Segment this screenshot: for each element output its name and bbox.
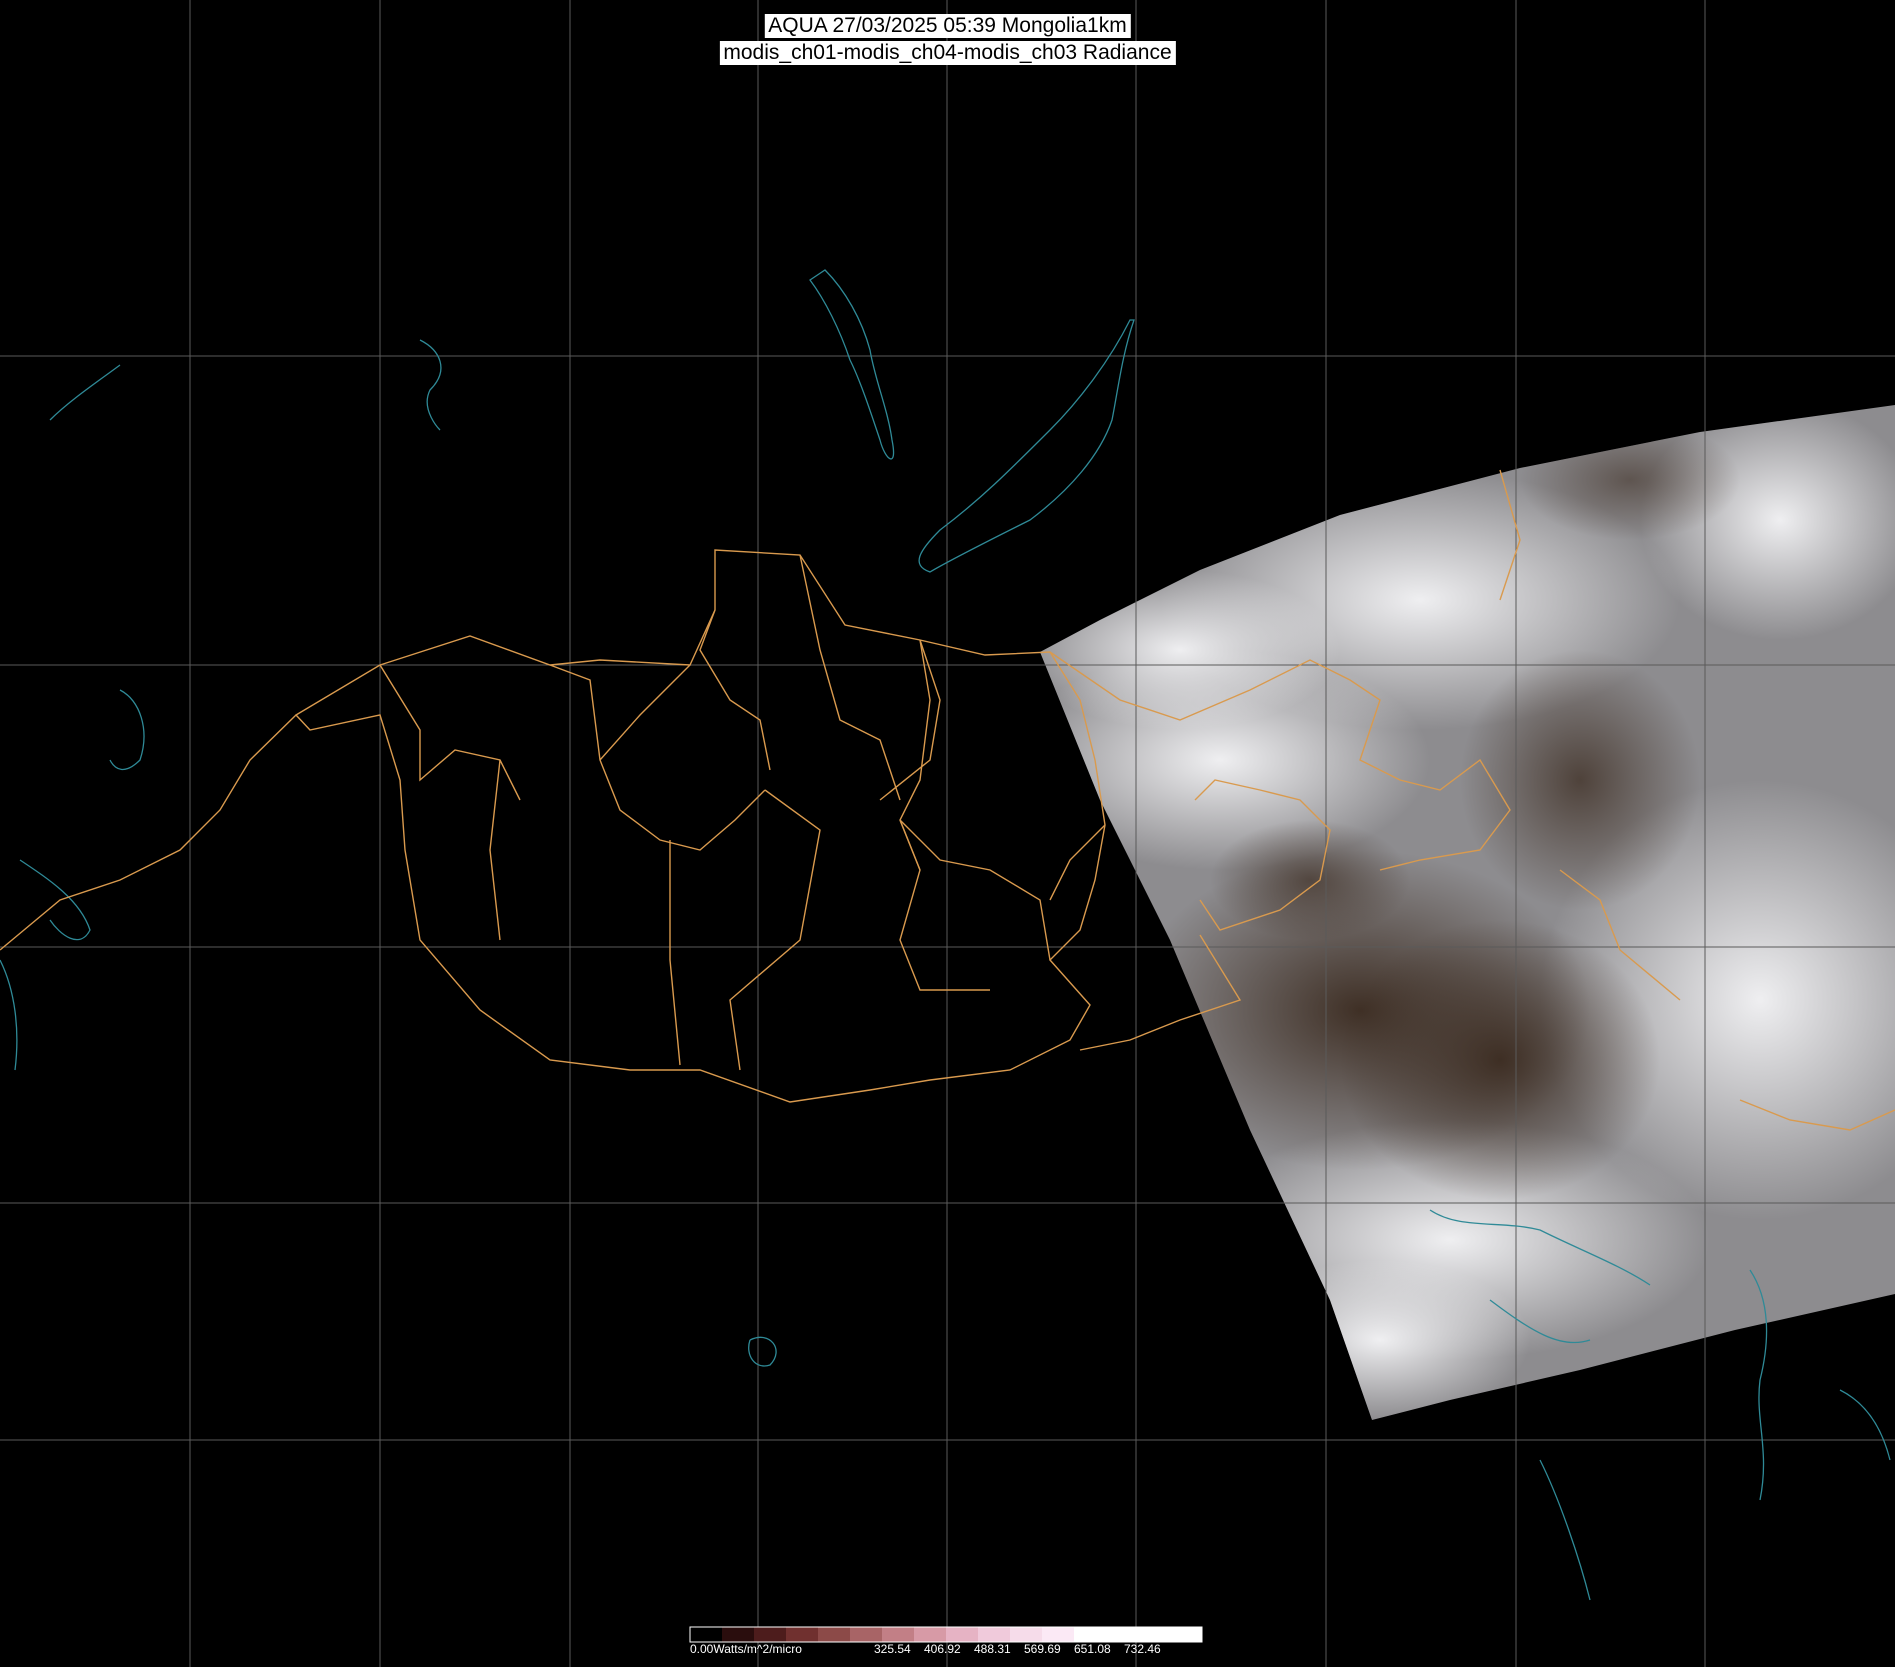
legend-swatch xyxy=(1170,1627,1203,1642)
legend-tick: 406.92 xyxy=(924,1642,961,1656)
satellite-swath xyxy=(1040,405,1895,1420)
legend-swatch xyxy=(1042,1627,1075,1642)
legend-color-bar xyxy=(689,1626,1203,1643)
legend-swatch xyxy=(914,1627,947,1642)
legend-tick: 488.31 xyxy=(974,1642,1011,1656)
legend-swatch xyxy=(754,1627,787,1642)
legend-swatch xyxy=(1010,1627,1043,1642)
legend-swatch xyxy=(818,1627,851,1642)
legend-unit-label: 0.00Watts/m^2/micro xyxy=(690,1642,802,1656)
legend-swatch xyxy=(786,1627,819,1642)
legend-tick: 569.69 xyxy=(1024,1642,1061,1656)
legend-swatch xyxy=(946,1627,979,1642)
satellite-map xyxy=(0,0,1895,1667)
legend-tick: 325.54 xyxy=(874,1642,911,1656)
legend-swatch xyxy=(978,1627,1011,1642)
legend-swatch xyxy=(850,1627,883,1642)
legend-tick: 651.08 xyxy=(1074,1642,1111,1656)
legend-swatch xyxy=(690,1627,723,1642)
legend-tick: 732.46 xyxy=(1124,1642,1161,1656)
legend-swatch xyxy=(882,1627,915,1642)
legend-swatch xyxy=(1106,1627,1139,1642)
map-title-line-2: modis_ch01-modis_ch04-modis_ch03 Radianc… xyxy=(719,41,1176,65)
map-title-line-1: AQUA 27/03/2025 05:39 Mongolia1km xyxy=(764,14,1131,38)
legend-swatch xyxy=(722,1627,755,1642)
legend-swatch xyxy=(1138,1627,1171,1642)
legend-swatch xyxy=(1074,1627,1107,1642)
